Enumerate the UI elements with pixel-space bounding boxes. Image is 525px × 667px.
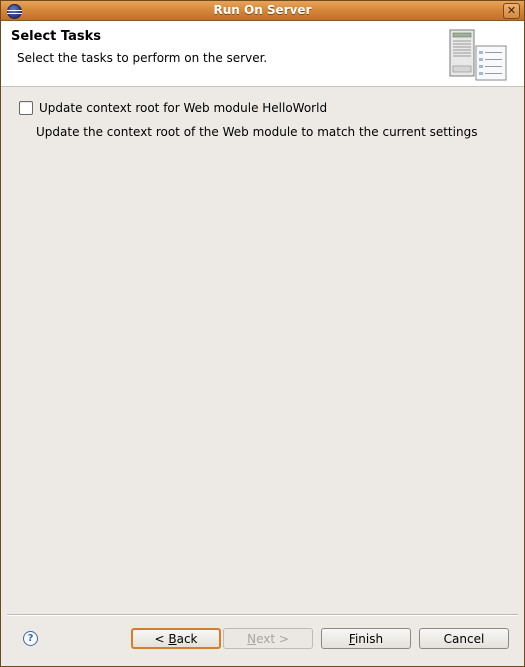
server-wizard-banner-icon — [449, 29, 507, 81]
wizard-banner: Select Tasks Select the tasks to perform… — [1, 21, 524, 87]
task-row[interactable]: Update context root for Web module Hello… — [19, 101, 327, 115]
back-button-mnemonic: B — [168, 632, 177, 646]
run-on-server-dialog: Run On Server ✕ Select Tasks Select the … — [0, 0, 525, 667]
task-label[interactable]: Update context root for Web module Hello… — [39, 101, 327, 115]
next-button[interactable]: Next > — [223, 628, 313, 649]
close-button[interactable]: ✕ — [503, 3, 520, 19]
tasks-panel: Update context root for Web module Hello… — [1, 87, 524, 613]
finish-button[interactable]: Finish — [321, 628, 411, 649]
page-title: Select Tasks — [11, 29, 101, 44]
next-button-label-rest: ext > — [256, 632, 289, 646]
window-title: Run On Server — [213, 3, 312, 17]
help-icon[interactable]: ? — [23, 631, 38, 646]
footer-separator — [7, 614, 518, 616]
task-description: Update the context root of the Web modul… — [36, 125, 478, 139]
title-bar[interactable]: Run On Server ✕ — [1, 1, 524, 21]
page-description: Select the tasks to perform on the serve… — [17, 51, 268, 65]
back-button-label-prefix: < — [154, 632, 169, 646]
update-context-root-checkbox[interactable] — [19, 101, 33, 115]
next-button-mnemonic: N — [247, 632, 257, 646]
back-button-label-rest: ack — [176, 632, 198, 646]
back-button[interactable]: < Back — [131, 628, 221, 649]
cancel-button[interactable]: Cancel — [419, 628, 509, 649]
finish-button-label-rest: inish — [354, 632, 384, 646]
